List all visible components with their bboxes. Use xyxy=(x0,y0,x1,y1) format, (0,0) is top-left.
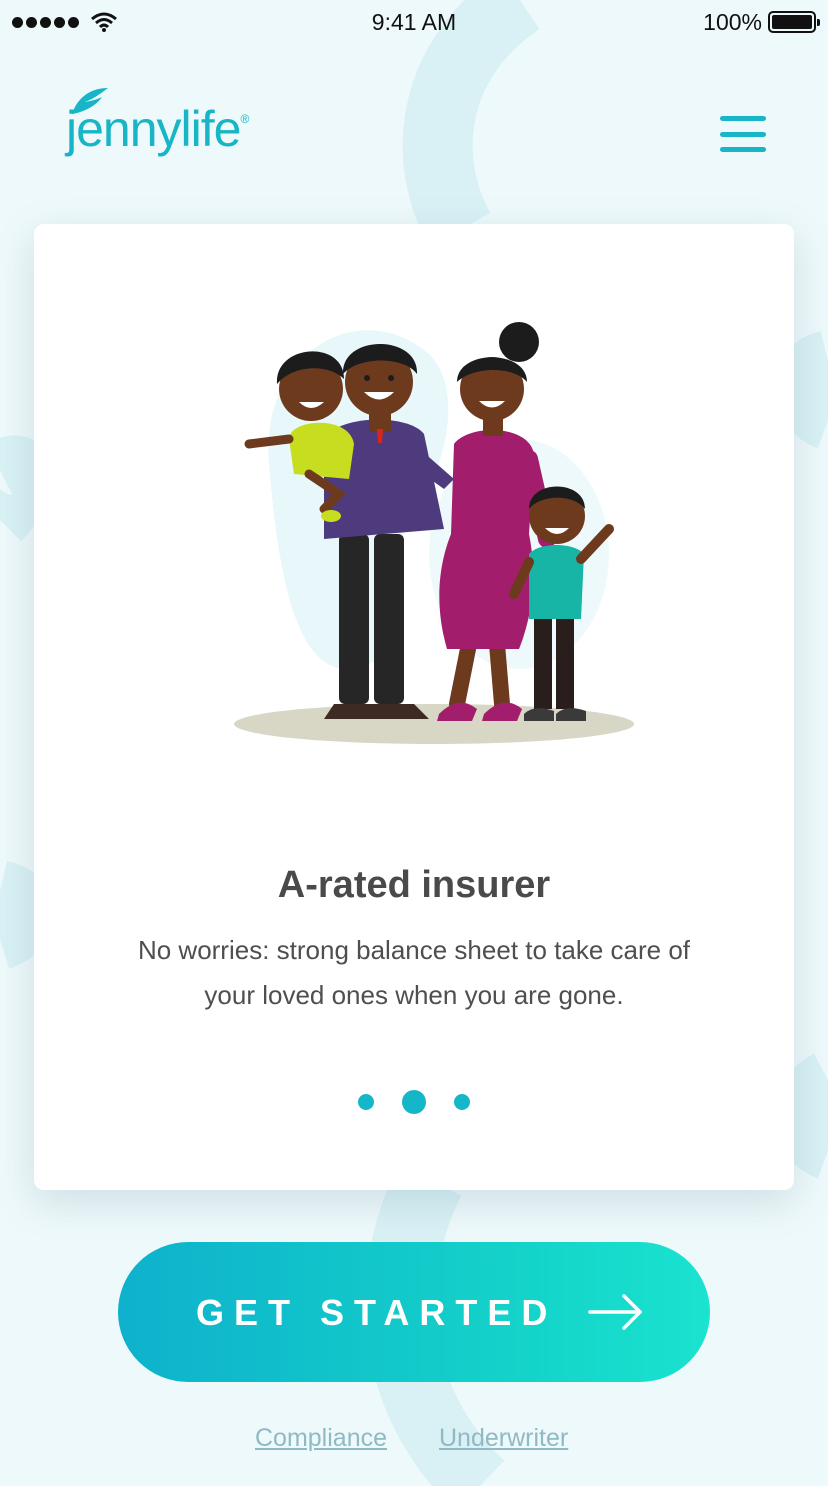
header: jennylife® xyxy=(0,80,828,180)
signal-strength-icon xyxy=(12,16,79,28)
wing-icon xyxy=(72,88,108,114)
hamburger-menu-icon[interactable] xyxy=(720,116,766,152)
underwriter-link[interactable]: Underwriter xyxy=(439,1424,568,1453)
wifi-icon xyxy=(91,12,117,32)
battery-percent: 100% xyxy=(703,8,762,35)
pagination-dot-3[interactable] xyxy=(454,1094,470,1110)
card-description: No worries: strong balance sheet to take… xyxy=(137,935,691,1010)
status-right: 100% xyxy=(703,8,820,36)
get-started-button[interactable]: GET STARTED xyxy=(118,1242,710,1382)
compliance-link[interactable]: Compliance xyxy=(255,1424,387,1453)
arrow-right-icon xyxy=(588,1294,642,1330)
get-started-label: GET STARTED xyxy=(196,1292,558,1333)
feature-card: A-rated insurer No worries: strong balan… xyxy=(34,224,794,1190)
jennylife-logo[interactable]: jennylife® xyxy=(66,88,249,158)
battery-level xyxy=(772,15,812,29)
battery-icon xyxy=(768,11,820,33)
status-bar: 9:41 AM 100% xyxy=(0,0,828,44)
registered-mark: ® xyxy=(240,112,249,126)
pagination-dot-2-active[interactable] xyxy=(402,1090,426,1114)
family-illustration xyxy=(234,322,634,744)
status-left xyxy=(12,12,117,32)
footer-links: Compliance Underwriter xyxy=(0,1424,828,1460)
card-title: A-rated insurer xyxy=(277,864,551,906)
pagination-dot-1[interactable] xyxy=(358,1094,374,1110)
carousel-pagination xyxy=(34,1090,794,1114)
